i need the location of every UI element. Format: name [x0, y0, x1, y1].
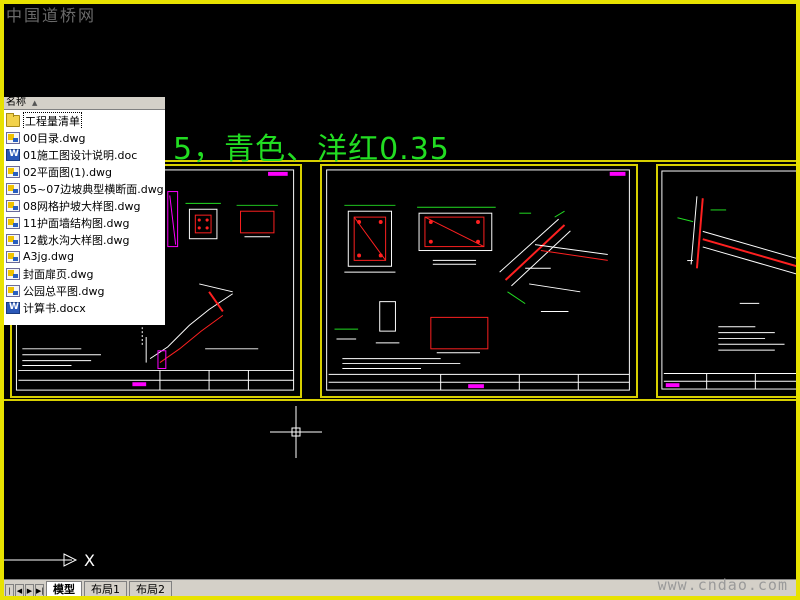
watermark-bottom: www.cndao.com — [657, 576, 788, 594]
file-list-item[interactable]: 12截水沟大样图.dwg — [4, 231, 165, 248]
file-name: 01施工图设计说明.doc — [23, 148, 138, 162]
word-doc-icon — [6, 148, 20, 161]
file-name: 08网格护坡大样图.dwg — [23, 199, 141, 213]
file-list-item[interactable]: 工程量清单 — [4, 112, 165, 129]
dwg-file-icon — [6, 131, 20, 144]
sheet-3-drawing — [661, 170, 800, 390]
file-list-item[interactable]: 05~07边坡典型横断面.dwg — [4, 180, 165, 197]
drawing-note-text: 5，青色、洋红0.35 — [173, 132, 450, 167]
dwg-file-icon — [6, 284, 20, 297]
name-column-header[interactable]: 名称 ▲ — [4, 97, 165, 110]
tab-layout-1[interactable]: 布局1 — [84, 581, 127, 597]
file-list-item[interactable]: 11护面墙结构图.dwg — [4, 214, 165, 231]
dwg-file-icon — [6, 233, 20, 246]
sheet-2-drawing — [326, 169, 630, 391]
file-list-item[interactable]: 计算书.docx — [4, 299, 165, 316]
file-name: 计算书.docx — [23, 301, 86, 315]
file-list-panel[interactable]: 名称 ▲ 工程量清单 00目录.dwg 01施工图设计说明.doc 02平面图(1).… — [4, 97, 165, 325]
file-name: 封面扉页.dwg — [23, 267, 94, 281]
previous-tab-button[interactable]: ◀ — [15, 584, 24, 597]
cad-drawing-canvas[interactable]: 中国道桥网 5，青色、洋红0.35 名称 ▲ 工程量清单 00目录.dwg W … — [0, 0, 800, 600]
file-list-item[interactable]: 08网格护坡大样图.dwg — [4, 197, 165, 214]
guide-line-bottom — [4, 399, 796, 401]
file-list-item[interactable]: 02平面图(1).dwg — [4, 163, 165, 180]
name-column-label: 名称 — [6, 97, 26, 108]
drawing-sheet-3[interactable] — [656, 164, 800, 398]
tab-layout-2[interactable]: 布局2 — [129, 581, 172, 597]
dwg-file-icon — [6, 267, 20, 280]
dwg-file-icon — [6, 250, 20, 263]
file-name: 02平面图(1).dwg — [23, 165, 113, 179]
sort-ascending-icon: ▲ — [32, 99, 38, 107]
file-name: 12截水沟大样图.dwg — [23, 233, 130, 247]
file-name: 05~07边坡典型横断面.dwg — [23, 182, 164, 196]
last-tab-button[interactable]: ▶| — [35, 584, 44, 597]
file-name: 公园总平图.dwg — [23, 284, 105, 298]
folder-icon — [6, 112, 20, 127]
file-name: A3jg.dwg — [23, 250, 75, 263]
file-list: 工程量清单 00目录.dwg 01施工图设计说明.doc 02平面图(1).dwg 05… — [4, 110, 165, 316]
first-tab-button[interactable]: |◀ — [5, 584, 14, 597]
crosshair-cursor-icon — [270, 406, 322, 458]
ucs-icon: X — [4, 551, 95, 570]
tab-model[interactable]: 模型 — [46, 581, 82, 597]
file-name: 11护面墙结构图.dwg — [23, 216, 130, 230]
file-list-item[interactable]: A3jg.dwg — [4, 248, 165, 265]
file-name: 00目录.dwg — [23, 131, 86, 145]
file-list-item[interactable]: 00目录.dwg — [4, 129, 165, 146]
file-list-item[interactable]: 01施工图设计说明.doc — [4, 146, 165, 163]
dwg-file-icon — [6, 165, 20, 178]
dwg-file-icon — [6, 199, 20, 212]
watermark-top: 中国道桥网 — [6, 6, 97, 25]
file-list-item[interactable]: 公园总平图.dwg — [4, 282, 165, 299]
word-doc-icon — [6, 301, 20, 314]
ucs-x-label: X — [84, 551, 95, 570]
file-name: 工程量清单 — [23, 112, 82, 129]
drawing-sheet-2[interactable] — [320, 164, 638, 398]
dwg-file-icon — [6, 216, 20, 229]
file-list-item[interactable]: 封面扉页.dwg — [4, 265, 165, 282]
dwg-file-icon — [6, 182, 20, 195]
next-tab-button[interactable]: ▶ — [25, 584, 34, 597]
